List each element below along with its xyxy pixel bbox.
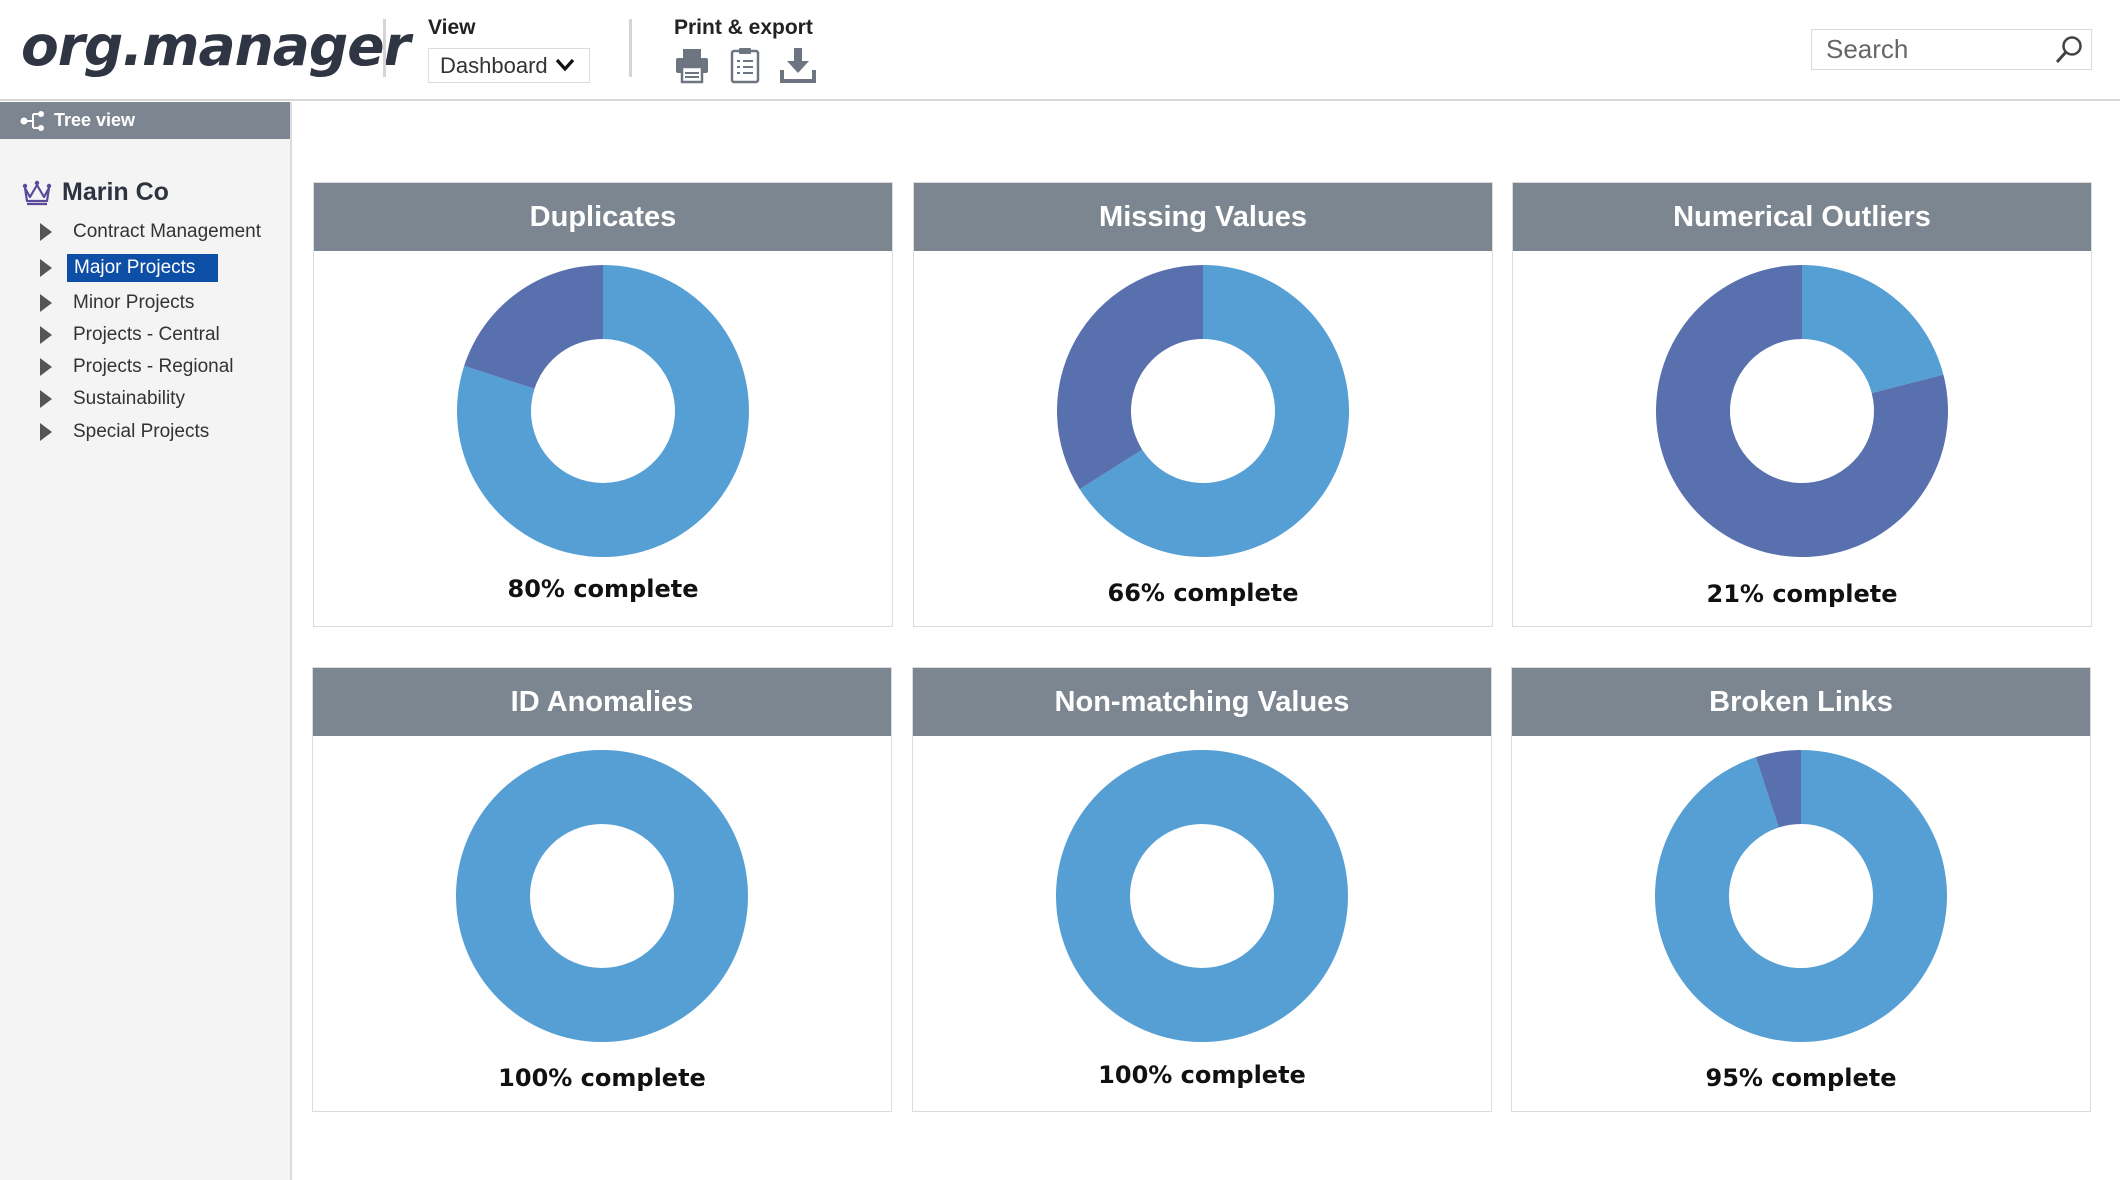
card-non-matching-values[interactable]: Non-matching Values 100% complete bbox=[912, 667, 1492, 1112]
donut-segment-complete bbox=[456, 749, 748, 1043]
donut-chart bbox=[456, 749, 748, 1043]
tree-item-sustainability[interactable]: Sustainability bbox=[40, 384, 191, 414]
completion-label: 80% complete bbox=[507, 575, 699, 603]
tree-view-tab-label: Tree view bbox=[54, 110, 136, 130]
completion-label: 100% complete bbox=[1098, 1061, 1306, 1089]
card-id-anomalies[interactable]: ID Anomalies 100% complete bbox=[312, 667, 892, 1112]
search-icon[interactable] bbox=[2053, 34, 2085, 66]
tree-item-label: Contract Management bbox=[73, 221, 261, 242]
donut-chart bbox=[1056, 749, 1348, 1043]
donut-segment-remaining bbox=[464, 265, 603, 389]
tree-item-label: Major Projects bbox=[67, 254, 219, 282]
tree-item-special-projects[interactable]: Special Projects bbox=[40, 417, 215, 447]
tree-item-major-projects[interactable]: Major Projects bbox=[40, 253, 219, 283]
card-title: Numerical Outliers bbox=[1513, 183, 2091, 251]
expand-arrow-icon[interactable] bbox=[40, 390, 52, 408]
sidebar: Tree view Marin Co Contract Management M… bbox=[0, 102, 292, 1180]
card-numerical-outliers[interactable]: Numerical Outliers 21% complete bbox=[1512, 182, 2092, 627]
expand-arrow-icon[interactable] bbox=[40, 223, 52, 241]
completion-label: 66% complete bbox=[1107, 579, 1299, 607]
expand-arrow-icon[interactable] bbox=[40, 294, 52, 312]
crown-icon bbox=[22, 180, 52, 205]
expand-arrow-icon[interactable] bbox=[40, 326, 52, 344]
search-box bbox=[1811, 29, 2092, 70]
view-label: View bbox=[428, 16, 476, 39]
tree-item-label: Projects - Central bbox=[73, 324, 220, 345]
app-logo: org.manager bbox=[21, 14, 411, 78]
chevron-down-icon bbox=[555, 58, 575, 72]
donut-chart bbox=[1655, 750, 1947, 1042]
tree-item-label: Projects - Regional bbox=[73, 356, 234, 377]
tree-view-tab[interactable]: Tree view bbox=[0, 102, 290, 139]
expand-arrow-icon[interactable] bbox=[40, 423, 52, 441]
donut-chart bbox=[1057, 265, 1349, 557]
app-header: org.manager View Dashboard Print & expor… bbox=[0, 0, 2120, 101]
header-divider bbox=[629, 19, 632, 77]
tree-view-icon bbox=[20, 111, 44, 131]
org-root[interactable]: Marin Co bbox=[22, 178, 169, 207]
card-title: Non-matching Values bbox=[913, 668, 1491, 736]
card-title: Broken Links bbox=[1512, 668, 2090, 736]
card-duplicates[interactable]: Duplicates 80% complete bbox=[313, 182, 893, 627]
card-title: Missing Values bbox=[914, 183, 1492, 251]
tree-item-label: Sustainability bbox=[73, 388, 185, 409]
header-divider bbox=[383, 19, 386, 77]
completion-label: 95% complete bbox=[1705, 1064, 1897, 1092]
printer-icon[interactable] bbox=[673, 46, 711, 84]
card-broken-links[interactable]: Broken Links 95% complete bbox=[1511, 667, 2091, 1112]
tree-item-label: Minor Projects bbox=[73, 292, 195, 313]
donut-segment-remaining bbox=[1057, 265, 1203, 490]
tree-item-projects-regional[interactable]: Projects - Regional bbox=[40, 352, 240, 382]
view-select[interactable]: Dashboard bbox=[428, 48, 590, 83]
download-icon[interactable] bbox=[779, 46, 817, 84]
card-title: Duplicates bbox=[314, 183, 892, 251]
donut-chart bbox=[457, 265, 749, 557]
tree-item-minor-projects[interactable]: Minor Projects bbox=[40, 288, 200, 318]
tree-item-contract-management[interactable]: Contract Management bbox=[40, 217, 267, 247]
clipboard-icon[interactable] bbox=[726, 46, 764, 84]
completion-label: 100% complete bbox=[498, 1064, 706, 1092]
expand-arrow-icon[interactable] bbox=[40, 358, 52, 376]
tree-item-label: Special Projects bbox=[73, 421, 210, 442]
print-export-label: Print & export bbox=[674, 16, 813, 39]
card-missing-values[interactable]: Missing Values 66% complete bbox=[913, 182, 1493, 627]
donut-chart bbox=[1656, 265, 1948, 557]
completion-label: 21% complete bbox=[1706, 580, 1898, 608]
search-input[interactable] bbox=[1812, 30, 2032, 69]
donut-segment-complete bbox=[1056, 749, 1348, 1043]
donut-segment-complete bbox=[1802, 265, 1944, 394]
view-select-value: Dashboard bbox=[440, 52, 548, 78]
org-name: Marin Co bbox=[62, 178, 169, 206]
expand-arrow-icon[interactable] bbox=[40, 259, 52, 277]
card-title: ID Anomalies bbox=[313, 668, 891, 736]
tree-item-projects-central[interactable]: Projects - Central bbox=[40, 320, 226, 350]
